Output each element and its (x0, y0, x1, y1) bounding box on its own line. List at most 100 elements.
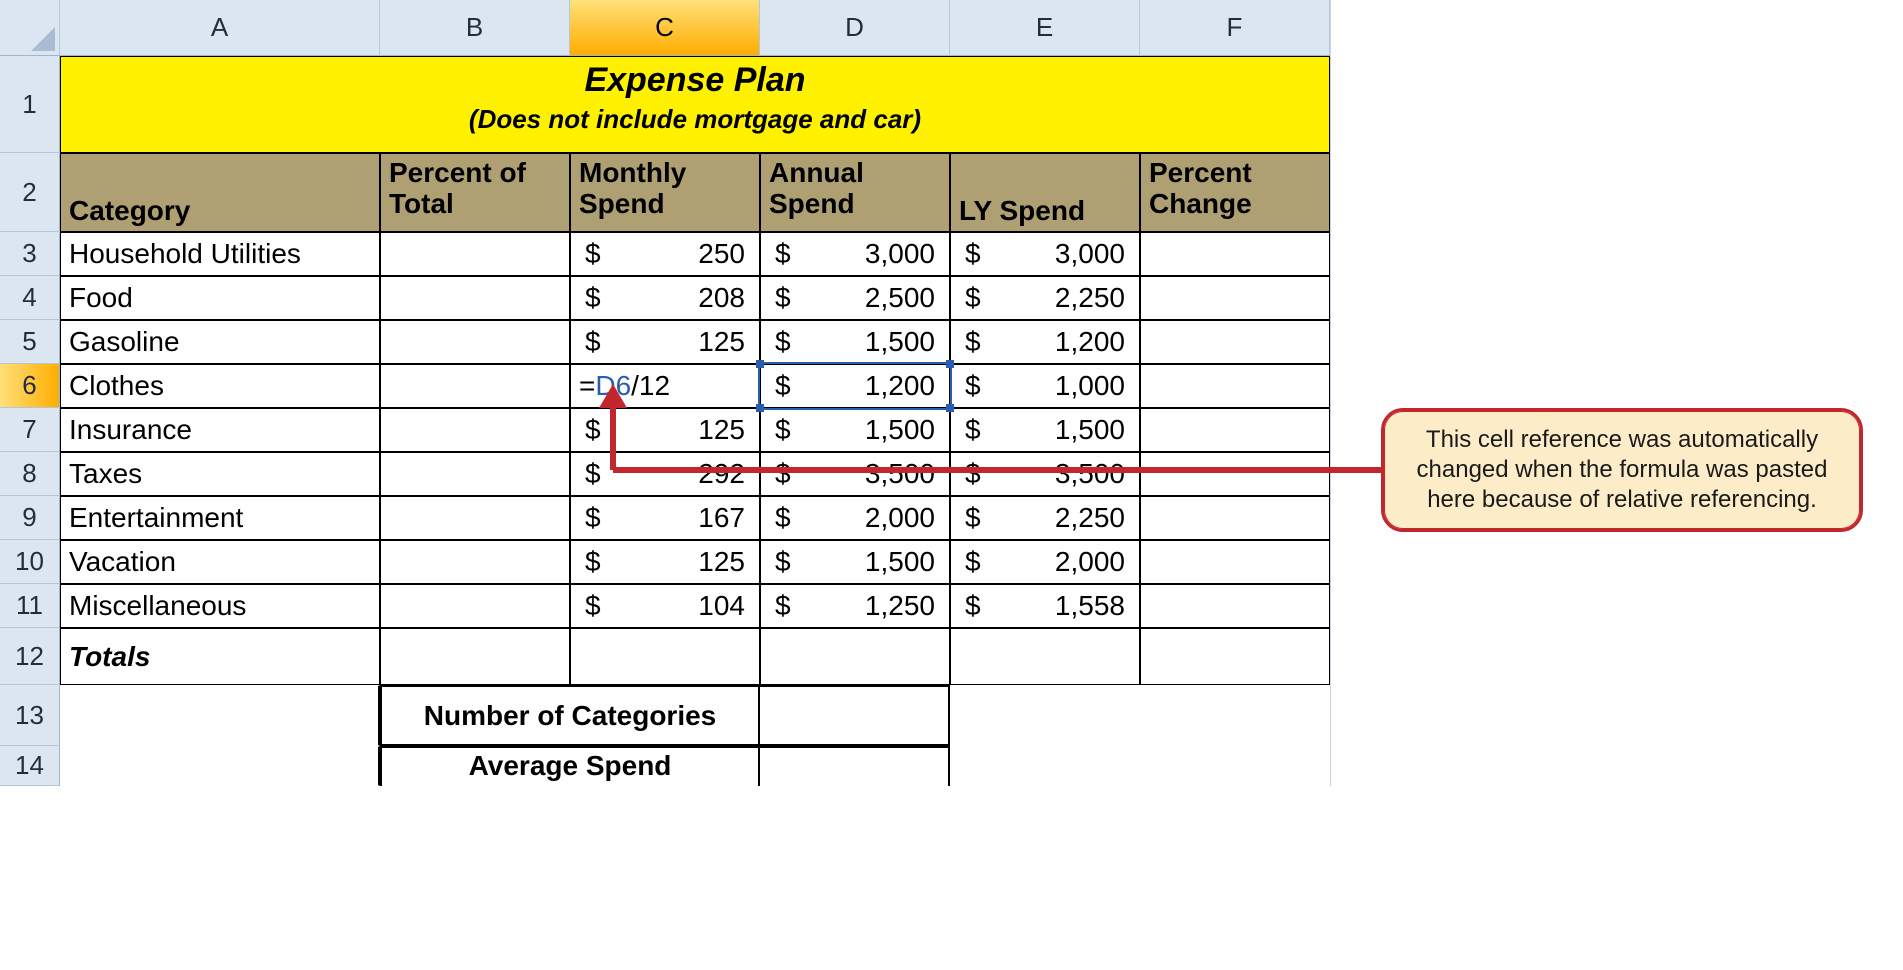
data-cell[interactable]: $1,250 (760, 584, 950, 628)
row-header-14[interactable]: 14 (0, 746, 60, 786)
row-header-10[interactable]: 10 (0, 540, 60, 584)
data-cell[interactable]: $2,250 (950, 496, 1140, 540)
col-header-E[interactable]: E (950, 0, 1140, 56)
data-cell[interactable]: $1,200 (950, 320, 1140, 364)
blank-cell[interactable] (60, 746, 380, 786)
category-cell[interactable]: Insurance (60, 408, 380, 452)
row-header-4[interactable]: 4 (0, 276, 60, 320)
data-cell[interactable]: $1,500 (950, 408, 1140, 452)
col-header-F[interactable]: F (1140, 0, 1330, 56)
percent-total-cell[interactable] (380, 452, 570, 496)
data-cell[interactable]: $2,000 (760, 496, 950, 540)
percent-total-cell[interactable] (380, 496, 570, 540)
percent-total-cell[interactable] (380, 408, 570, 452)
selection-handle[interactable] (946, 404, 954, 412)
select-all-corner[interactable] (0, 0, 60, 56)
category-cell[interactable]: Miscellaneous (60, 584, 380, 628)
percent-change-cell[interactable] (1140, 364, 1330, 408)
data-cell[interactable]: $292 (570, 452, 760, 496)
col-header-B[interactable]: B (380, 0, 570, 56)
totals-cell[interactable] (570, 628, 760, 685)
totals-cell[interactable] (760, 628, 950, 685)
percent-change-cell[interactable] (1140, 584, 1330, 628)
percent-change-cell[interactable] (1140, 408, 1330, 452)
data-cell[interactable]: $208 (570, 276, 760, 320)
percent-total-cell[interactable] (380, 364, 570, 408)
blank-cell[interactable] (60, 685, 380, 746)
selection-handle[interactable] (946, 360, 954, 368)
data-cell[interactable]: $167 (570, 496, 760, 540)
data-cell[interactable]: $1,200 (760, 364, 950, 408)
blank-cell[interactable] (1140, 746, 1330, 786)
percent-change-cell[interactable] (1140, 452, 1330, 496)
avg-spend-label[interactable]: Average Spend (380, 746, 760, 786)
num-categories-label[interactable]: Number of Categories (380, 685, 760, 746)
data-cell[interactable]: $104 (570, 584, 760, 628)
data-cell[interactable]: $1,000 (950, 364, 1140, 408)
blank-cell[interactable] (760, 685, 950, 746)
data-cell[interactable]: $3,000 (950, 232, 1140, 276)
row-header-3[interactable]: 3 (0, 232, 60, 276)
percent-total-cell[interactable] (380, 276, 570, 320)
header-annual[interactable]: Annual Spend (760, 153, 950, 232)
header-ly[interactable]: LY Spend (950, 153, 1140, 232)
percent-total-cell[interactable] (380, 232, 570, 276)
blank-cell[interactable] (760, 746, 950, 786)
row-header-5[interactable]: 5 (0, 320, 60, 364)
row-header-12[interactable]: 12 (0, 628, 60, 685)
data-cell[interactable]: $2,000 (950, 540, 1140, 584)
percent-change-cell[interactable] (1140, 276, 1330, 320)
totals-cell[interactable] (1140, 628, 1330, 685)
header-category[interactable]: Category (60, 153, 380, 232)
category-cell[interactable]: Entertainment (60, 496, 380, 540)
data-cell[interactable]: $2,500 (760, 276, 950, 320)
header-monthly[interactable]: Monthly Spend (570, 153, 760, 232)
data-cell[interactable]: $125 (570, 540, 760, 584)
data-cell[interactable]: $1,500 (760, 408, 950, 452)
totals-cell[interactable] (950, 628, 1140, 685)
row-header-8[interactable]: 8 (0, 452, 60, 496)
percent-change-cell[interactable] (1140, 320, 1330, 364)
row-header-9[interactable]: 9 (0, 496, 60, 540)
row-header-2[interactable]: 2 (0, 153, 60, 232)
data-cell[interactable]: $2,250 (950, 276, 1140, 320)
data-cell[interactable]: $125 (570, 320, 760, 364)
percent-change-cell[interactable] (1140, 540, 1330, 584)
data-cell[interactable]: $250 (570, 232, 760, 276)
col-header-D[interactable]: D (760, 0, 950, 56)
row-header-13[interactable]: 13 (0, 685, 60, 746)
data-cell[interactable]: $1,500 (760, 540, 950, 584)
category-cell[interactable]: Vacation (60, 540, 380, 584)
col-header-A[interactable]: A (60, 0, 380, 56)
data-cell[interactable]: $3,500 (760, 452, 950, 496)
category-cell[interactable]: Food (60, 276, 380, 320)
percent-total-cell[interactable] (380, 540, 570, 584)
row-header-1[interactable]: 1 (0, 56, 60, 153)
title-cell[interactable]: Expense Plan (Does not include mortgage … (60, 56, 1330, 153)
col-header-C[interactable]: C (570, 0, 760, 56)
category-cell[interactable]: Household Utilities (60, 232, 380, 276)
blank-cell[interactable] (1140, 685, 1330, 746)
category-cell[interactable]: Taxes (60, 452, 380, 496)
totals-cell[interactable] (380, 628, 570, 685)
blank-cell[interactable] (950, 746, 1140, 786)
percent-change-cell[interactable] (1140, 496, 1330, 540)
header-percent-total[interactable]: Percent of Total (380, 153, 570, 232)
blank-cell[interactable] (950, 685, 1140, 746)
row-header-11[interactable]: 11 (0, 584, 60, 628)
selection-handle[interactable] (756, 404, 764, 412)
data-cell[interactable]: $125 (570, 408, 760, 452)
data-cell[interactable]: $3,500 (950, 452, 1140, 496)
header-percent-change[interactable]: Percent Change (1140, 153, 1330, 232)
data-cell[interactable]: $1,558 (950, 584, 1140, 628)
data-cell[interactable]: $3,000 (760, 232, 950, 276)
category-cell[interactable]: Clothes (60, 364, 380, 408)
percent-change-cell[interactable] (1140, 232, 1330, 276)
row-header-6[interactable]: 6 (0, 364, 60, 408)
selection-handle[interactable] (756, 360, 764, 368)
category-cell[interactable]: Gasoline (60, 320, 380, 364)
totals-label-cell[interactable]: Totals (60, 628, 380, 685)
percent-total-cell[interactable] (380, 320, 570, 364)
data-cell[interactable]: $1,500 (760, 320, 950, 364)
percent-total-cell[interactable] (380, 584, 570, 628)
